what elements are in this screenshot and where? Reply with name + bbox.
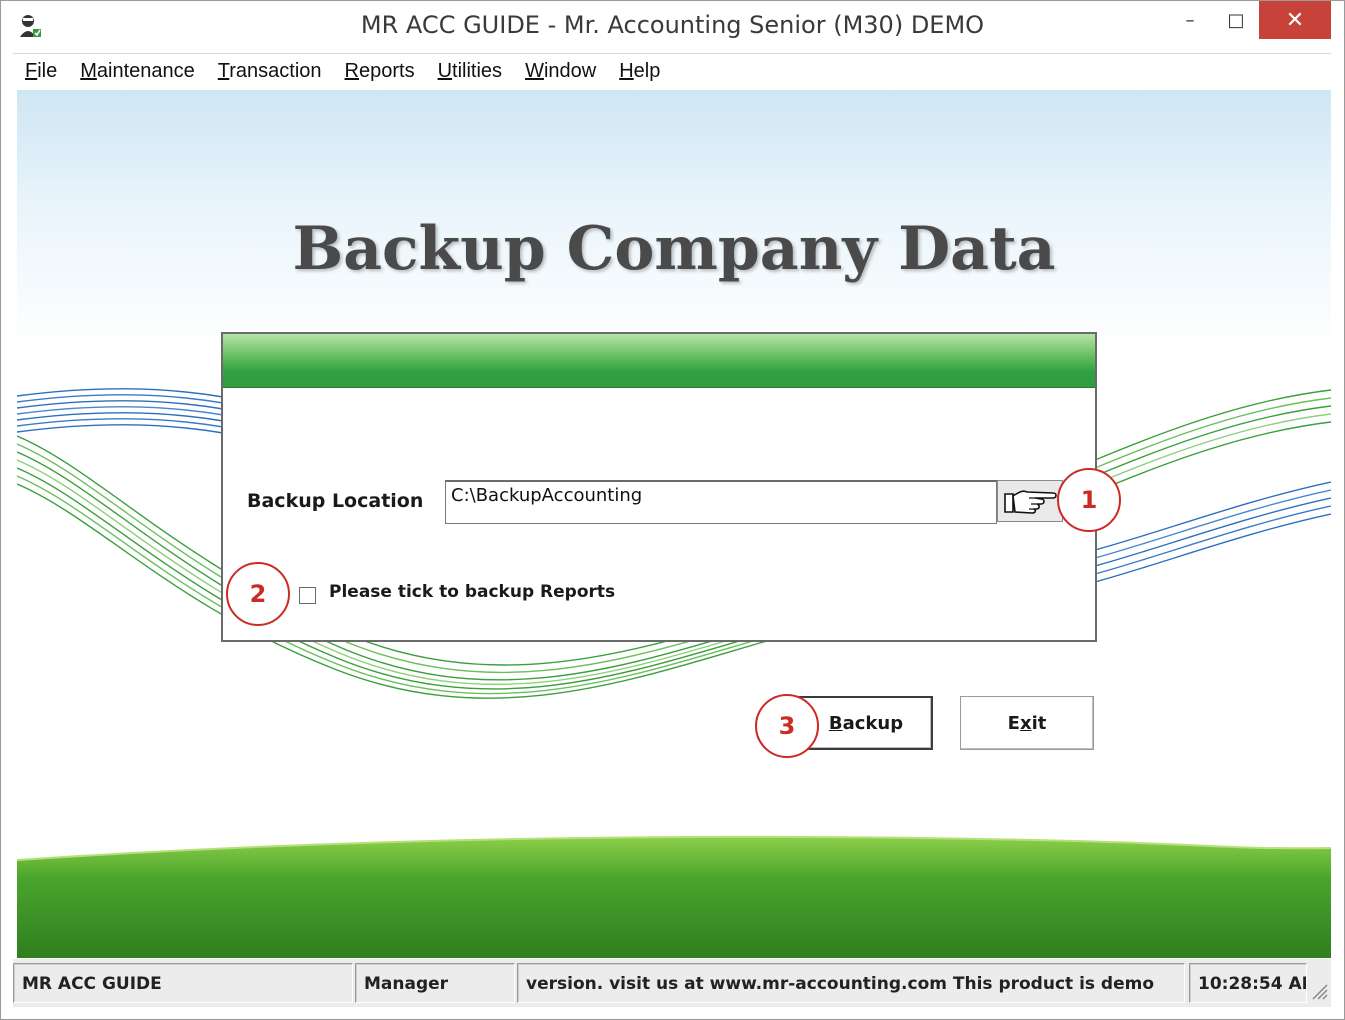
exit-button-key: x [1019, 712, 1032, 734]
menu-utilities-label: tilities [452, 60, 503, 82]
browse-folder-button[interactable] [997, 480, 1063, 522]
status-time: 10:28:54 AI [1189, 963, 1307, 1003]
backup-panel: Backup Location C:\BackupAccounting Plea… [221, 332, 1097, 642]
menu-file-label: ile [37, 60, 58, 82]
status-app-name: MR ACC GUIDE [13, 963, 353, 1003]
menu-window[interactable]: Window [525, 60, 596, 83]
grass-field [17, 835, 1331, 958]
menu-window-label: indow [543, 60, 597, 82]
menu-file[interactable]: File [25, 60, 57, 83]
menu-help[interactable]: Help [619, 60, 660, 83]
application-window: MR ACC GUIDE - Mr. Accounting Senior (M3… [0, 0, 1345, 1020]
step-marker-2: 2 [226, 562, 290, 626]
minimize-button[interactable]: – [1167, 1, 1213, 39]
resize-grip-icon[interactable] [1309, 979, 1329, 1001]
menu-reports-key: R [344, 60, 359, 82]
backup-button-key: B [828, 712, 843, 734]
menu-help-key: H [619, 60, 634, 82]
backup-button[interactable]: Backup [799, 696, 933, 750]
backup-reports-checkbox-label[interactable]: Please tick to backup Reports [329, 582, 615, 602]
menu-transaction-key: T [217, 60, 230, 82]
backup-button-label: ackup [842, 712, 904, 734]
menu-window-key: W [525, 60, 544, 82]
step-marker-3: 3 [755, 694, 819, 758]
backup-location-label: Backup Location [247, 490, 424, 512]
close-button[interactable]: ✕ [1259, 1, 1331, 39]
menu-help-label: elp [633, 60, 661, 82]
maximize-button[interactable]: □ [1213, 1, 1259, 39]
menu-transaction[interactable]: Transaction [218, 60, 322, 83]
menu-maintenance[interactable]: Maintenance [80, 60, 195, 83]
status-bar: MR ACC GUIDE Manager version. visit us a… [13, 959, 1331, 1007]
page-title: Backup Company Data [292, 214, 1056, 284]
status-user: Manager [355, 963, 515, 1003]
menu-maintenance-label: aintenance [96, 60, 195, 82]
menu-bar: File Maintenance Transaction Reports Uti… [13, 53, 1331, 89]
panel-header-bar [223, 334, 1095, 388]
status-message: version. visit us at www.mr-accounting.c… [517, 963, 1185, 1003]
step-marker-1: 1 [1057, 468, 1121, 532]
menu-maintenance-key: M [80, 60, 97, 82]
window-title: MR ACC GUIDE - Mr. Accounting Senior (M3… [360, 11, 985, 39]
exit-button-prefix: E [1007, 712, 1020, 734]
menu-transaction-label: ransaction [229, 60, 322, 82]
backup-location-input[interactable]: C:\BackupAccounting [445, 480, 997, 524]
pointing-hand-icon [1004, 490, 1057, 514]
backup-reports-checkbox[interactable] [299, 587, 316, 604]
exit-button[interactable]: Ex it [960, 696, 1094, 750]
title-bar[interactable]: MR ACC GUIDE - Mr. Accounting Senior (M3… [1, 1, 1344, 53]
menu-utilities[interactable]: Utilities [438, 60, 502, 83]
menu-file-key: F [25, 60, 38, 82]
menu-reports-label: eports [359, 60, 415, 82]
menu-reports[interactable]: Reports [345, 60, 415, 83]
exit-button-label: it [1031, 712, 1047, 734]
menu-utilities-key: U [437, 60, 453, 82]
main-workspace: Backup Company Data Backup Location C:\B… [17, 90, 1331, 958]
